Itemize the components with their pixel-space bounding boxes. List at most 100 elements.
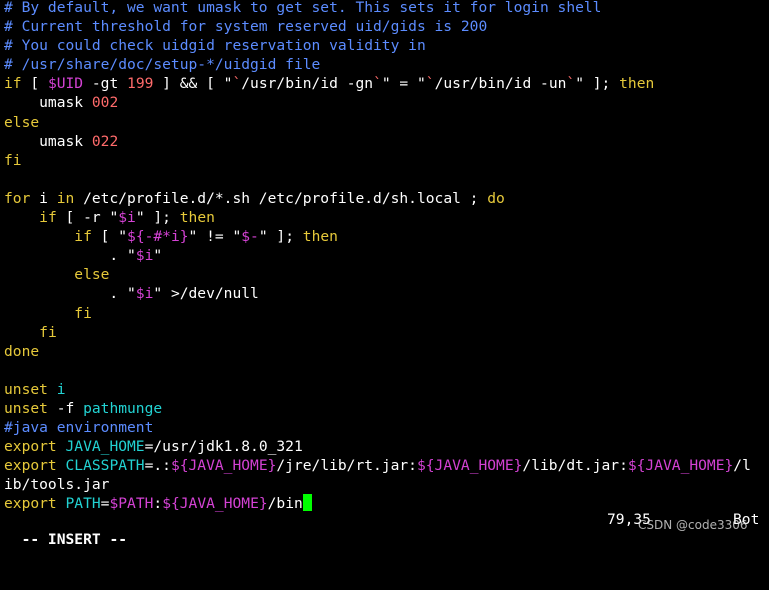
code-token-keyword: fi [74,304,92,322]
code-line[interactable]: unset -f pathmunge [4,399,769,418]
code-token-keyword: unset [4,399,48,417]
code-line[interactable]: if [ $UID -gt 199 ] && [ "`/usr/bin/id -… [4,74,769,93]
code-line[interactable] [4,170,769,189]
code-token-default: umask [4,94,92,112]
code-token-default [4,266,74,283]
code-token-default: /etc/profile.d/*.sh /etc/profile.d/sh.lo… [74,189,488,207]
code-line[interactable]: fi [4,151,769,170]
code-token-default [48,381,57,398]
code-token-string: ` [232,75,242,93]
code-line[interactable]: . "$i" >/dev/null [4,284,769,303]
code-token-identifier: CLASSPATH [65,457,145,475]
code-token-default: " >/dev/null [153,285,259,303]
code-token-default: -f [47,399,84,417]
code-line[interactable]: # By default, we want umask to get set. … [4,0,769,17]
code-token-keyword: export [4,457,57,475]
code-token-default: ib/tools.jar [4,476,110,494]
code-token-keyword: in [56,189,75,207]
code-token-default: ] && [ " [153,75,233,93]
code-token-default [4,305,74,322]
code-line[interactable]: . "$i" [4,246,769,265]
code-token-default [57,457,66,474]
code-token-default: /l [733,457,751,475]
code-line[interactable]: export JAVA_HOME=/usr/jdk1.8.0_321 [4,437,769,456]
code-token-keyword: export [4,438,57,456]
code-line[interactable]: for i in /etc/profile.d/*.sh /etc/profil… [4,189,769,208]
code-token-comment: # By default, we want umask to get set. … [4,0,602,16]
code-token-variable: ${-#*i} [127,228,189,246]
code-token-keyword: else [4,113,40,131]
code-line[interactable]: if [ -r "$i" ]; then [4,208,769,227]
code-token-default: " = " [381,75,426,93]
code-token-variable: ${JAVA_HOME} [627,457,734,475]
code-token-default: . " [4,247,136,265]
code-line[interactable]: #java environment [4,418,769,437]
code-line[interactable]: export CLASSPATH=.:${JAVA_HOME}/jre/lib/… [4,456,769,475]
code-token-default: =/usr/jdk1.8.0_321 [144,438,303,456]
code-token-keyword: unset [4,380,48,398]
code-token-keyword: do [487,189,505,207]
csdn-watermark: CSDN @code3306 [638,518,748,532]
code-line[interactable]: done [4,342,769,361]
code-line[interactable]: # /usr/share/doc/setup-*/uidgid file [4,55,769,74]
code-token-default: " ]; [258,228,303,246]
code-token-default: i [30,189,57,207]
code-token-string: ` [425,75,435,93]
code-token-keyword: if [4,75,22,93]
code-token-string: 022 [91,132,119,150]
code-token-comment: # /usr/share/doc/setup-*/uidgid file [4,56,321,74]
code-token-keyword: else [74,266,110,284]
code-token-default: /usr/bin/id -gn [241,75,374,93]
code-line[interactable]: else [4,113,769,132]
code-line[interactable] [4,361,769,380]
code-line[interactable]: ib/tools.jar [4,475,769,494]
code-token-variable: $i [118,209,136,227]
code-token-keyword: then [179,209,215,227]
code-line[interactable]: # Current threshold for system reserved … [4,17,769,36]
code-token-default: . " [4,285,136,303]
code-token-default: " ]; [575,75,620,93]
code-token-variable: ${JAVA_HOME} [416,457,523,475]
code-token-comment: # Current threshold for system reserved … [4,18,488,36]
code-token-string: ` [566,75,576,93]
code-token-default: " [153,247,163,265]
code-token-default: " ]; [135,209,180,227]
code-token-identifier: JAVA_HOME [65,438,145,456]
code-token-default: /usr/bin/id -un [434,75,567,93]
code-token-variable: $i [135,285,154,303]
code-token-comment: # You could check uidgid reservation val… [4,37,426,55]
code-token-identifier: pathmunge [83,399,163,417]
code-line[interactable]: fi [4,304,769,323]
code-token-default: " != " [188,228,242,246]
code-token-default: umask [4,132,92,150]
code-line[interactable]: umask 022 [4,132,769,151]
code-token-default: /jre/lib/rt.jar: [276,457,417,475]
code-token-default [4,324,39,341]
code-token-default: /lib/dt.jar: [522,457,628,475]
code-token-comment: #java environment [4,419,154,437]
code-token-keyword: fi [4,151,22,169]
code-token-keyword: done [4,342,40,360]
code-token-default: [ [21,75,48,93]
code-token-keyword: for [4,189,31,207]
code-token-keyword: then [619,75,655,93]
code-line[interactable]: # You could check uidgid reservation val… [4,36,769,55]
code-token-keyword: fi [39,323,57,341]
code-token-identifier: i [56,380,66,398]
code-token-default [4,209,39,226]
code-token-default [57,438,66,455]
code-token-variable: $i [135,247,154,265]
code-token-default [4,228,74,245]
code-token-string: ` [373,75,382,93]
code-token-string: 002 [91,94,119,112]
insert-mode-indicator: -- INSERT -- [21,531,128,548]
code-token-variable: $UID [47,75,84,93]
code-line[interactable]: fi [4,323,769,342]
code-line[interactable]: if [ "${-#*i}" != "$-" ]; then [4,227,769,246]
code-line[interactable]: umask 002 [4,93,769,112]
code-token-keyword: if [74,228,92,246]
vim-editor-buffer[interactable]: # By default, we want umask to get set. … [4,0,769,514]
code-line[interactable]: unset i [4,380,769,399]
code-token-string: 199 [127,75,154,93]
code-line[interactable]: else [4,265,769,284]
